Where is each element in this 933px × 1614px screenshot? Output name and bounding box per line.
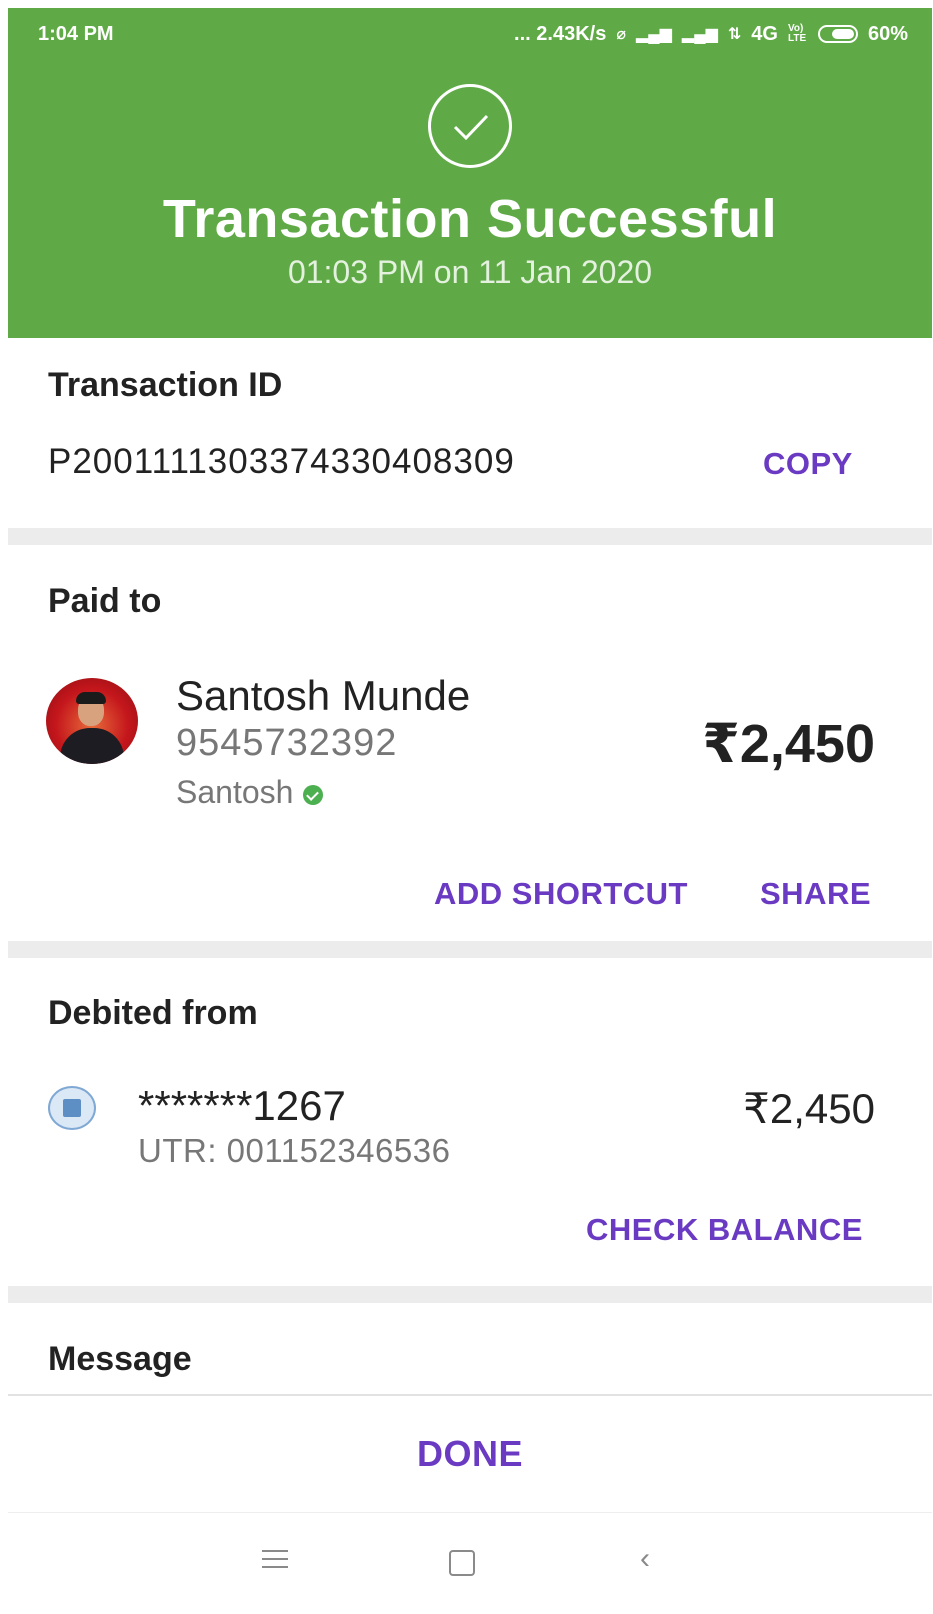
success-title: Transaction Successful xyxy=(162,189,778,249)
section-divider xyxy=(8,528,932,545)
battery-icon xyxy=(817,25,858,43)
battery-percent: 60% xyxy=(867,22,908,45)
signal-icon: ▂▄▆ xyxy=(635,26,672,43)
section-divider xyxy=(8,1286,932,1303)
share-button[interactable]: SHARE xyxy=(760,876,871,912)
back-icon[interactable]: ‹ xyxy=(640,1542,650,1576)
success-header: 1:04 PM ... 2.43K/s ⌀ ▂▄▆ ▂▄▆ ⇅ 4G Vo) L… xyxy=(8,8,932,338)
navigation-bar: ‹ xyxy=(0,1530,933,1614)
transaction-id-label: Transaction ID xyxy=(48,366,283,404)
payee-upi-name-row: Santosh xyxy=(176,774,324,811)
done-button[interactable]: DONE xyxy=(8,1414,932,1494)
check-balance-button[interactable]: CHECK BALANCE xyxy=(586,1212,863,1248)
data-arrows-icon: ⇅ xyxy=(727,26,742,43)
avatar-hair xyxy=(76,692,106,704)
alarm-off-icon: ⌀ xyxy=(616,26,626,43)
payee-phone: 9545732392 xyxy=(176,722,398,764)
footer-divider xyxy=(8,1394,932,1396)
payee-name: Santosh Munde xyxy=(176,672,471,719)
signal-icon-2: ▂▄▆ xyxy=(681,26,718,43)
network-type: 4G xyxy=(751,22,778,45)
debited-amount: ₹2,450 xyxy=(743,1085,875,1132)
account-number: *******1267 xyxy=(138,1082,346,1129)
bank-logo-icon xyxy=(48,1086,96,1130)
copy-button[interactable]: COPY xyxy=(763,446,853,482)
network-speed: ... 2.43K/s xyxy=(514,22,607,45)
paid-to-label: Paid to xyxy=(48,582,162,620)
status-bar: 1:04 PM ... 2.43K/s ⌀ ▂▄▆ ▂▄▆ ⇅ 4G Vo) L… xyxy=(8,8,932,60)
transaction-datetime: 01:03 PM on 11 Jan 2020 xyxy=(287,254,653,290)
section-divider xyxy=(8,941,932,958)
add-shortcut-button[interactable]: ADD SHORTCUT xyxy=(434,876,688,912)
utr-number: UTR: 001152346536 xyxy=(138,1132,451,1169)
avatar xyxy=(46,678,138,764)
nav-divider xyxy=(8,1512,932,1513)
menu-icon[interactable] xyxy=(262,1550,288,1574)
message-label: Message xyxy=(48,1340,192,1378)
payee-upi-name: Santosh xyxy=(176,774,294,810)
check-circle-icon xyxy=(428,84,512,168)
volte-icon: Vo) LTE xyxy=(787,23,807,44)
home-icon[interactable] xyxy=(449,1550,475,1576)
verified-icon xyxy=(303,784,324,805)
status-icons: ... 2.43K/s ⌀ ▂▄▆ ▂▄▆ ⇅ 4G Vo) LTE 60% xyxy=(514,23,908,46)
status-time: 1:04 PM xyxy=(38,22,114,45)
transaction-id-value: P2001111303374330408309 xyxy=(48,442,515,481)
avatar-body xyxy=(60,728,124,764)
paid-amount: ₹2,450 xyxy=(702,714,875,774)
debited-from-label: Debited from xyxy=(48,994,258,1032)
